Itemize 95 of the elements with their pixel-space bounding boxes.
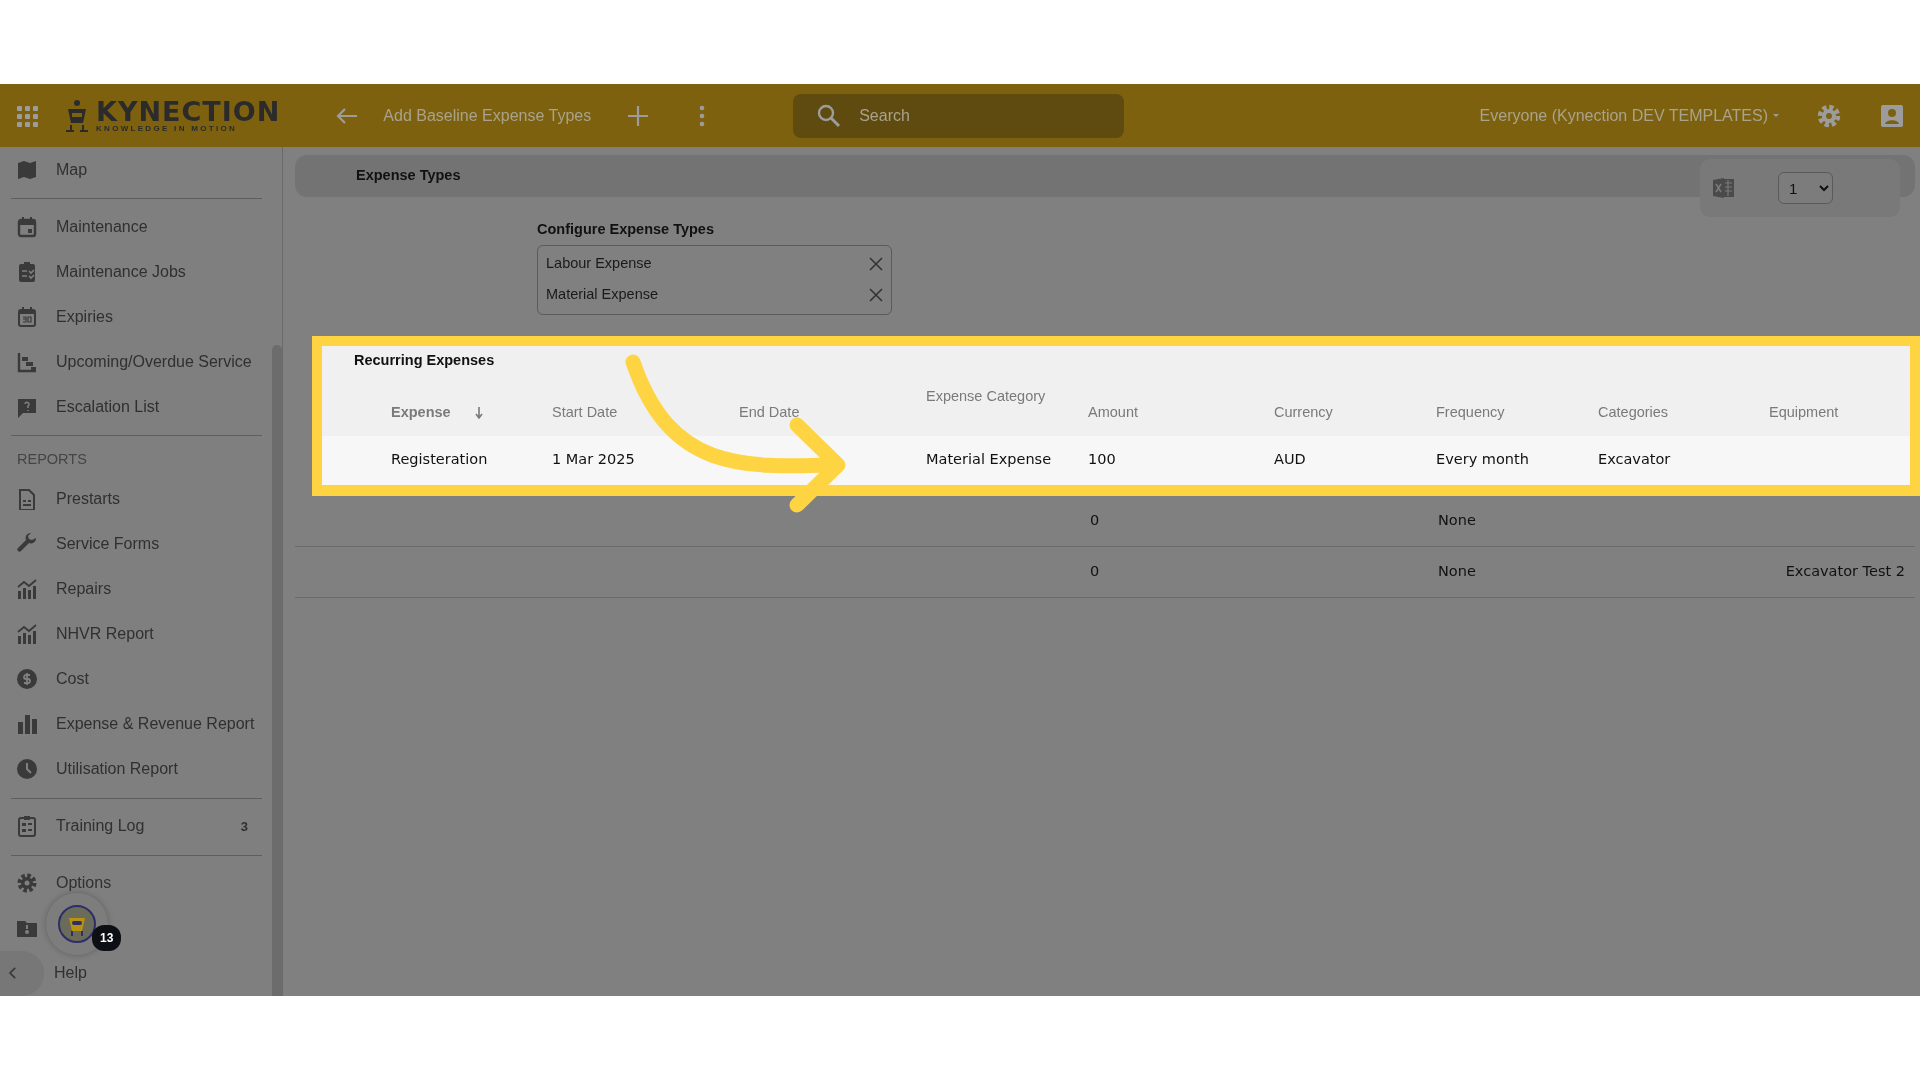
more-options-icon[interactable]: [699, 104, 706, 127]
table-cell: AUD: [1274, 451, 1306, 468]
table-cell: 1 Mar 2025: [552, 451, 635, 468]
scope-dropdown[interactable]: Everyone (Kynection DEV TEMPLATES): [1479, 103, 1768, 128]
settings-icon: [16, 872, 38, 895]
table-cell: Every month: [1436, 451, 1529, 468]
table-cell: Excavator: [1598, 451, 1671, 468]
sidebar-item[interactable]: Expiries: [0, 294, 272, 339]
clock-icon: [16, 758, 38, 781]
chart-icon: [16, 623, 38, 646]
dollar-icon: [16, 668, 38, 691]
section-heading: REPORTS: [16, 450, 88, 469]
sidebar-item-label: Maintenance: [56, 216, 148, 237]
search-field[interactable]: Search: [793, 93, 1125, 138]
back-arrow-icon[interactable]: [335, 105, 360, 126]
column-header[interactable]: Expense: [391, 404, 451, 420]
selected-option: Labour Expense: [546, 253, 652, 276]
sidebar-item-label: Training Log: [56, 816, 145, 837]
caret-icon[interactable]: [1772, 112, 1780, 119]
sidebar-item[interactable]: Escalation List: [0, 384, 272, 429]
section-title: Expense Types: [356, 166, 461, 186]
scrollbar-thumb[interactable]: [272, 345, 282, 996]
column-header[interactable]: Amount: [1088, 404, 1138, 420]
sidebar-item-label: Utilisation Report: [56, 759, 178, 780]
table-cell: None: [1438, 511, 1476, 528]
table-cell: 0: [1090, 562, 1100, 579]
document-icon: [16, 488, 38, 511]
apps-grid-icon[interactable]: [16, 104, 38, 127]
sidebar-item[interactable]: Service Forms: [0, 521, 272, 567]
logo-name: KYNECTION: [96, 98, 281, 125]
sidebar-item[interactable]: Help: [54, 961, 87, 986]
sidebar-item-label: Escalation List: [56, 396, 160, 417]
table-cell: 100: [1088, 451, 1116, 468]
chart-icon: [16, 578, 38, 601]
field-label: Configure Expense Types: [537, 220, 715, 239]
sidebar-item-label: Prestarts: [56, 489, 120, 510]
column-header[interactable]: Equipment: [1769, 404, 1839, 420]
sidebar-item[interactable]: Repairs: [0, 566, 272, 612]
sidebar-item-label: Expiries: [56, 306, 113, 327]
logo-tagline: KNOWLEDGE IN MOTION: [96, 125, 239, 133]
sidebar-item-label: Map: [56, 159, 88, 180]
robot-avatar-icon: [57, 904, 97, 944]
column-header[interactable]: End Date: [739, 404, 800, 420]
sidebar-item-label: Expense & Revenue Report: [56, 714, 255, 735]
sidebar-item[interactable]: Options: [0, 860, 272, 906]
table-cell: 0: [1090, 511, 1100, 528]
clipboard-icon: [16, 815, 38, 838]
sidebar-item[interactable]: NHVR Report: [0, 611, 272, 657]
column-header[interactable]: Categories: [1598, 404, 1669, 420]
notification-badge: 13: [92, 925, 122, 951]
sidebar-item-label: NHVR Report: [56, 624, 154, 645]
calendar-icon: [16, 305, 38, 328]
sidebar-item-label: Upcoming/Overdue Service: [56, 351, 252, 372]
map-icon: [16, 158, 38, 181]
sidebar-item[interactable]: Utilisation Report: [0, 746, 272, 792]
sidebar-item[interactable]: Upcoming/Overdue Service: [0, 339, 272, 384]
table-title: Recurring Expenses: [353, 350, 496, 370]
sidebar-item[interactable]: Prestarts: [0, 476, 272, 522]
sidebar-item[interactable]: Map: [0, 147, 272, 192]
timeline-icon: [16, 350, 38, 373]
table-cell: None: [1438, 562, 1476, 579]
column-header[interactable]: Expense Category: [926, 387, 1046, 404]
item-count: 3: [240, 817, 248, 836]
sidebar-item-label: Cost: [56, 669, 89, 690]
selected-option: Material Expense: [546, 284, 659, 307]
sidebar-item[interactable]: Cost: [0, 656, 272, 702]
sidebar-item-label: Service Forms: [56, 534, 160, 555]
sidebar-item-label: Options: [56, 873, 112, 894]
page-select[interactable]: 1: [1778, 172, 1833, 204]
table-cell: Registeration: [391, 451, 488, 468]
sidebar-item[interactable]: Maintenance Jobs: [0, 249, 272, 294]
sidebar-item[interactable]: Expense & Revenue Report: [0, 701, 272, 747]
add-icon[interactable]: [627, 104, 650, 127]
collapse-button[interactable]: [0, 950, 44, 996]
calendar-icon: [16, 215, 38, 238]
bar-chart-icon: [16, 713, 38, 736]
page-title: Add Baseline Expense Types: [383, 105, 592, 126]
table-cell: Excavator Test 2: [1785, 562, 1905, 579]
account-icon[interactable]: [1880, 103, 1904, 128]
sidebar-item[interactable]: Training Log 3: [0, 803, 272, 849]
sidebar-item[interactable]: Maintenance: [0, 204, 272, 249]
sidebar-item-label: Repairs: [56, 579, 112, 600]
column-header[interactable]: Currency: [1274, 404, 1333, 420]
close-icon[interactable]: [869, 257, 883, 272]
excel-export-icon[interactable]: [1712, 176, 1736, 200]
column-header[interactable]: Start Date: [552, 404, 618, 420]
settings-icon[interactable]: [1816, 102, 1842, 129]
sort-arrow-icon[interactable]: [474, 407, 483, 420]
search-icon: [817, 103, 842, 128]
clipboard-icon: [16, 260, 38, 283]
sidebar-item-label: Maintenance Jobs: [56, 261, 186, 282]
multi-select-field[interactable]: Labour Expense Material Expense: [537, 244, 892, 315]
close-icon[interactable]: [869, 288, 883, 303]
column-header[interactable]: Frequency: [1436, 404, 1505, 420]
table-cell: Material Expense: [926, 451, 1052, 468]
